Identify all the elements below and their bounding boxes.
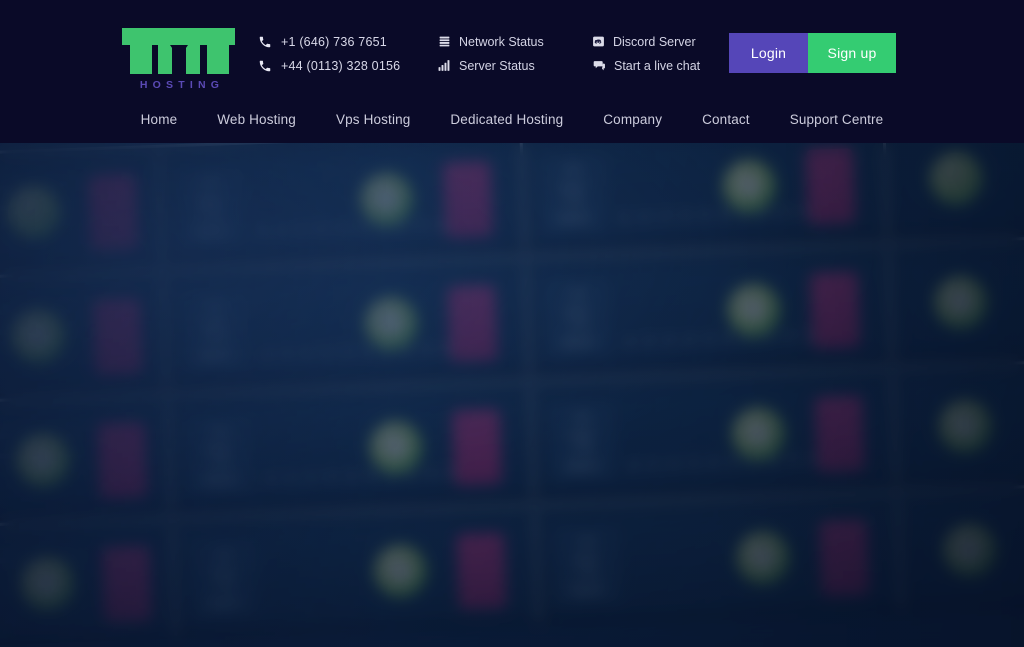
nav-item-vps-hosting[interactable]: Vps Hosting <box>316 112 430 127</box>
phone-icon <box>258 35 272 49</box>
phone-row[interactable]: +1 (646) 736 7651 <box>258 31 400 52</box>
site-logo[interactable]: HOSTING <box>122 28 237 91</box>
nav-item-contact[interactable]: Contact <box>682 112 770 127</box>
site-header: HOSTING +1 (646) 736 7651 +44 (0113) 328 <box>0 0 1024 143</box>
server-lines-icon <box>438 35 451 48</box>
signup-button[interactable]: Sign up <box>808 33 896 73</box>
hero-caption: VERS sal with a VPS. <box>0 608 528 647</box>
nav-item-company[interactable]: Company <box>583 112 682 127</box>
nav-item-dedicated-hosting[interactable]: Dedicated Hosting <box>430 112 583 127</box>
hero-darken-layer <box>0 143 1024 647</box>
header-top-bar: HOSTING +1 (646) 736 7651 +44 (0113) 328 <box>0 0 1024 95</box>
link-label: Network Status <box>459 35 544 49</box>
nav-item-support-centre[interactable]: Support Centre <box>770 112 904 127</box>
link-label: Server Status <box>459 59 535 73</box>
phone-number-uk: +44 (0113) 328 0156 <box>281 59 400 73</box>
logo-wordmark-tmt <box>122 28 235 74</box>
login-button[interactable]: Login <box>729 33 808 73</box>
phone-numbers: +1 (646) 736 7651 +44 (0113) 328 0156 <box>258 31 400 79</box>
header-status-links: Network Status Discord Server <box>438 31 700 76</box>
logo-subtitle: HOSTING <box>122 79 237 91</box>
link-server-status[interactable]: Server Status <box>438 55 566 76</box>
discord-icon <box>592 35 605 48</box>
hero-background-image: 7.2K SATA 2 TB 658102 7.2K S <box>0 143 1024 647</box>
link-label: Start a live chat <box>614 59 700 73</box>
link-discord-server[interactable]: Discord Server <box>592 31 700 52</box>
link-network-status[interactable]: Network Status <box>438 31 566 52</box>
phone-row[interactable]: +44 (0113) 328 0156 <box>258 55 400 76</box>
signal-bars-icon <box>438 59 451 72</box>
hero-carousel: 7.2K SATA 2 TB 658102 7.2K S <box>0 143 1024 647</box>
auth-buttons: Login Sign up <box>729 33 896 73</box>
hero-title: VERS <box>0 608 528 647</box>
phone-icon <box>258 59 272 73</box>
nav-item-home[interactable]: Home <box>121 112 198 127</box>
phone-number-us: +1 (646) 736 7651 <box>281 35 387 49</box>
nav-item-web-hosting[interactable]: Web Hosting <box>197 112 316 127</box>
link-live-chat[interactable]: Start a live chat <box>592 55 700 76</box>
link-label: Discord Server <box>613 35 696 49</box>
main-navigation: Home Web Hosting Vps Hosting Dedicated H… <box>0 95 1024 143</box>
chat-bubble-icon <box>592 59 606 72</box>
